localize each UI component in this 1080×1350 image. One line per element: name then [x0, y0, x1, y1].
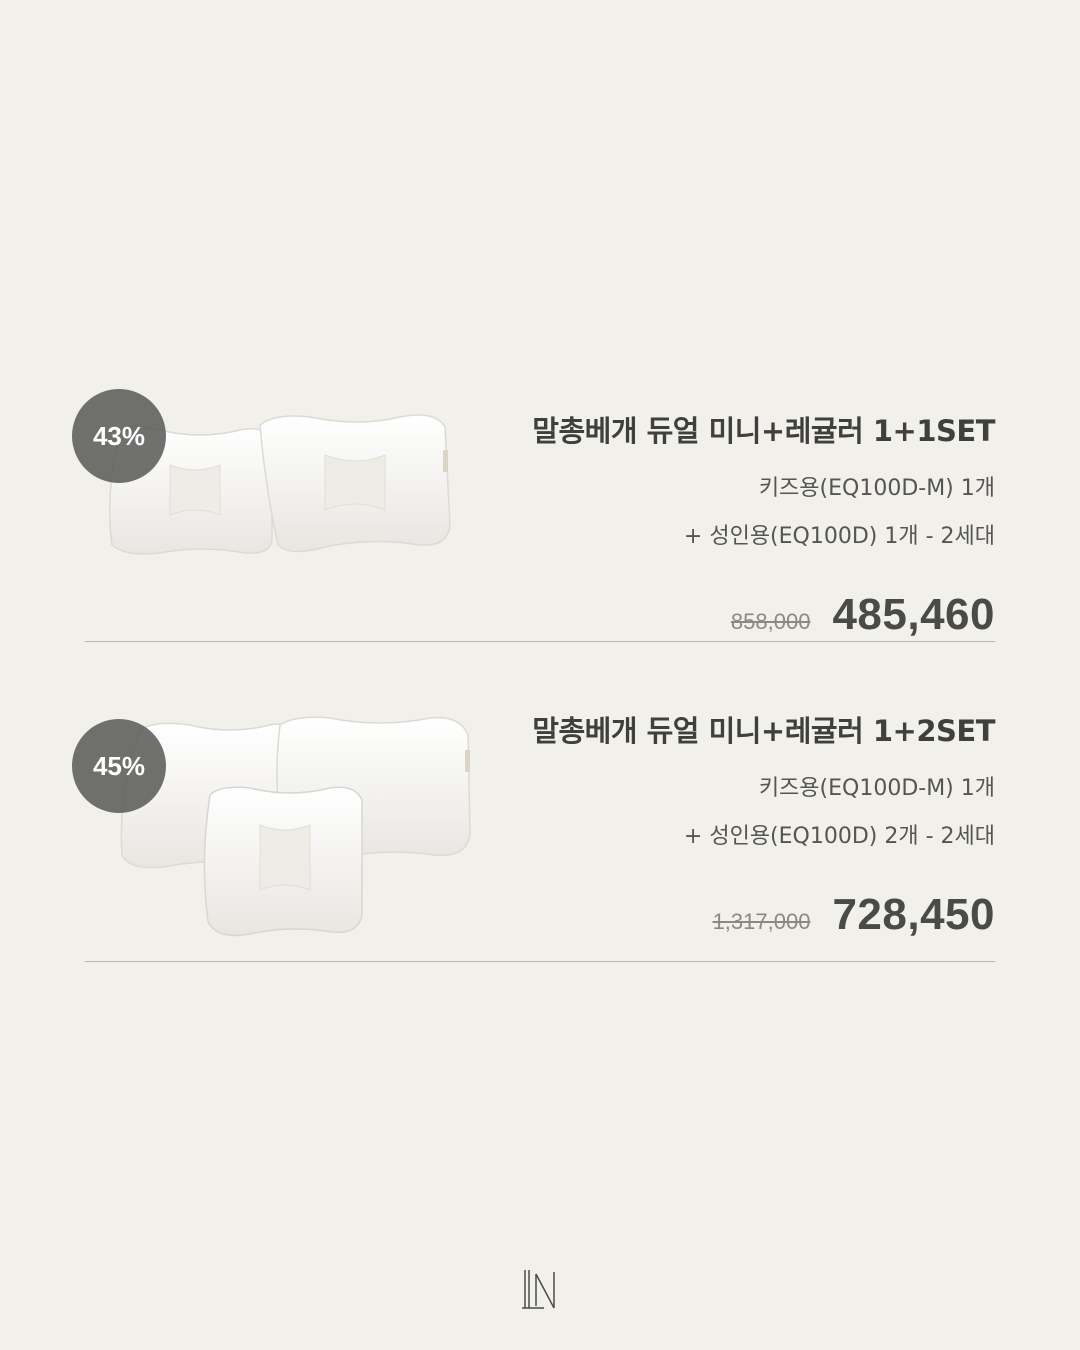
price-row: 858,000 485,460 — [532, 590, 995, 640]
pillow-right — [259, 414, 451, 553]
brand-logo-icon — [520, 1268, 560, 1312]
discount-badge: 43% — [72, 389, 166, 483]
product-detail-kids: 키즈용(EQ100D-M) 1개 — [758, 476, 995, 501]
product-detail-kids: 키즈용(EQ100D-M) 1개 — [758, 776, 995, 801]
product-info: 말총베개 듀얼 미니+레귤러 1+1SET 키즈용(EQ100D-M) 1개 +… — [532, 408, 995, 640]
price-row: 1,317,000 728,450 — [532, 890, 995, 940]
product-card-1[interactable]: 43% 말총베개 듀얼 미니+레귤러 1+1SET 키즈용(EQ100D-M) … — [0, 380, 1080, 642]
product-detail-adult: + 성인용(EQ100D) 1개 - 2세대 — [683, 524, 995, 549]
sale-price: 485,460 — [832, 590, 995, 639]
product-title: 말총베개 듀얼 미니+레귤러 1+1SET — [532, 414, 995, 448]
divider — [85, 641, 995, 642]
sale-price: 728,450 — [832, 890, 995, 939]
discount-badge: 45% — [72, 719, 166, 813]
divider — [85, 961, 995, 962]
product-detail-adult: + 성인용(EQ100D) 2개 - 2세대 — [683, 824, 995, 849]
product-card-2[interactable]: 45% 말총베개 듀얼 미니+레귤러 1+2SET 키즈용(EQ100D-M) … — [0, 680, 1080, 962]
original-price: 1,317,000 — [712, 909, 811, 934]
product-info: 말총베개 듀얼 미니+레귤러 1+2SET 키즈용(EQ100D-M) 1개 +… — [532, 708, 995, 940]
original-price: 858,000 — [730, 609, 811, 634]
pillow-front — [203, 786, 363, 937]
product-title: 말총베개 듀얼 미니+레귤러 1+2SET — [532, 714, 995, 748]
